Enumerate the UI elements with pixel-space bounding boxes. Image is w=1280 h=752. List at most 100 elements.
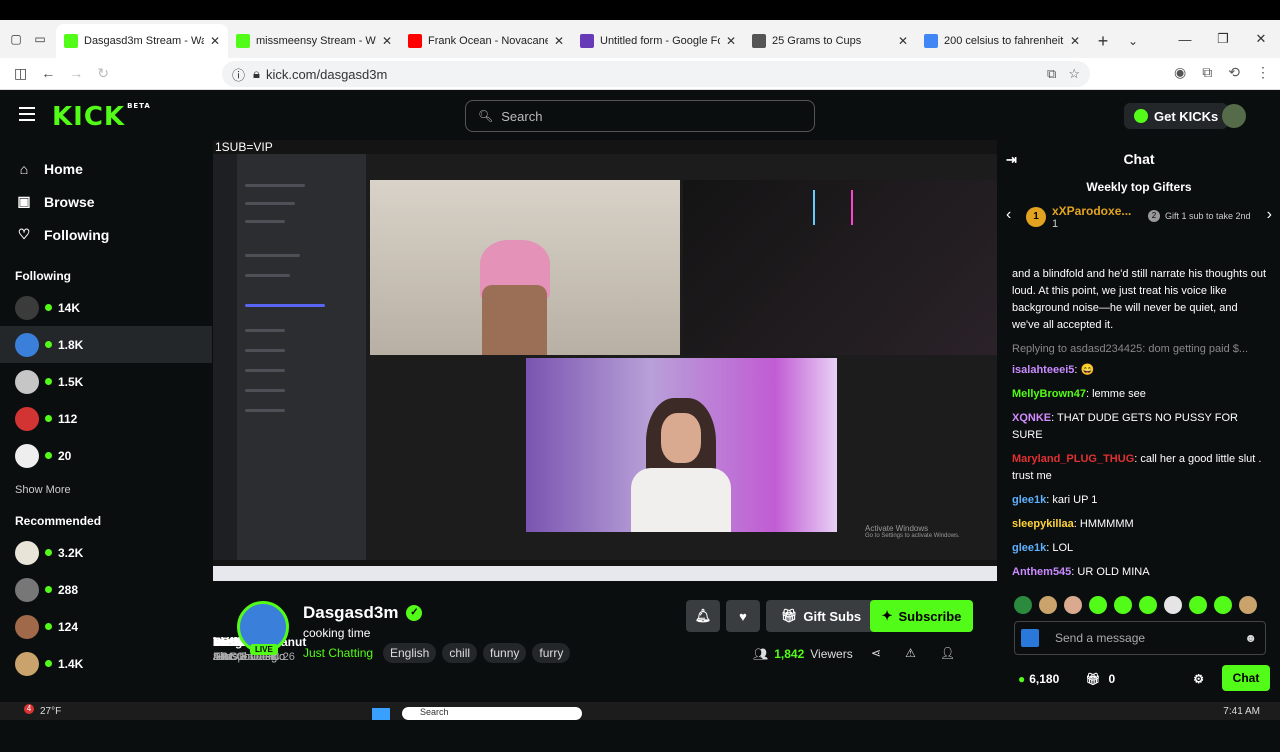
channel-item[interactable]: zondo_41 IRL 124 bbox=[0, 608, 268, 663]
top-gifter-name[interactable]: xXParodoxe... bbox=[1052, 204, 1131, 218]
sidebar-toggle-icon[interactable]: ◫ bbox=[14, 65, 27, 82]
minimize-icon[interactable]: — bbox=[1166, 32, 1204, 47]
add-user-icon[interactable]: 👤︎ bbox=[940, 646, 955, 660]
chat-username[interactable]: Maryland_PLUG_THUG bbox=[1012, 453, 1134, 465]
emote-icon[interactable] bbox=[1189, 596, 1207, 614]
emote-icon[interactable] bbox=[1014, 596, 1032, 614]
stream-tag[interactable]: English bbox=[383, 643, 437, 663]
kicks-balance[interactable]: 6,180 bbox=[1029, 672, 1059, 686]
heart-icon: ♡ bbox=[17, 226, 31, 242]
url-field[interactable]: ⓘ 🔒︎ kick.com/dasgasd3m ⧉ ☆ bbox=[222, 61, 1090, 87]
workspaces-icon[interactable]: ▢ bbox=[8, 31, 24, 47]
channel-item[interactable]: keithlocksSlots & Casino1.4K bbox=[0, 635, 285, 682]
profile-icon[interactable]: ◉ bbox=[1174, 64, 1186, 81]
chat-username[interactable]: isalahteeei5 bbox=[1012, 364, 1074, 376]
chat-identity-icon[interactable] bbox=[1021, 629, 1039, 647]
browser-tab[interactable]: Dasgasd3m Stream - Watch ✕ bbox=[56, 24, 228, 58]
refresh-icon[interactable]: ↻ bbox=[97, 65, 109, 82]
get-kicks-button[interactable]: Get KICKs bbox=[1124, 103, 1229, 129]
user-avatar[interactable] bbox=[1222, 104, 1246, 128]
streamer-name[interactable]: Dasgasd3m bbox=[303, 603, 398, 623]
favorite-star-icon[interactable]: ☆ bbox=[1068, 66, 1080, 82]
screenshot-icon[interactable]: ⧉ bbox=[1047, 66, 1056, 82]
close-tab-icon[interactable]: ✕ bbox=[726, 34, 736, 48]
stream-category[interactable]: Just Chatting bbox=[303, 646, 373, 660]
browser-tab[interactable]: 200 celsius to fahrenheit - G ✕ bbox=[916, 24, 1088, 58]
kick-logo[interactable]: KICK BETA bbox=[52, 102, 151, 132]
report-icon[interactable]: ⚠ bbox=[905, 646, 916, 660]
stream-tag[interactable]: chill bbox=[442, 643, 478, 663]
emote-icon[interactable] bbox=[1089, 596, 1107, 614]
site-info-icon[interactable]: ⓘ bbox=[232, 65, 245, 84]
extensions-icon[interactable]: ⧉ bbox=[1202, 64, 1212, 81]
channel-item[interactable]: Cuffem Just Chatting 14K bbox=[0, 289, 277, 663]
follow-button[interactable]: ♥ bbox=[726, 600, 760, 632]
channel-item[interactable]: ozemi Just Chatting 20 bbox=[0, 437, 277, 663]
emote-icon[interactable] bbox=[1239, 596, 1257, 614]
share-icon[interactable]: ⋖ bbox=[871, 646, 881, 660]
search-input[interactable]: 🔍︎ Search bbox=[465, 100, 815, 132]
close-tab-icon[interactable]: ✕ bbox=[382, 34, 392, 48]
windows-start-icon[interactable] bbox=[372, 708, 390, 720]
sidebar-item-following[interactable]: ♡ Following bbox=[0, 218, 212, 251]
close-tab-icon[interactable]: ✕ bbox=[554, 34, 564, 48]
close-tab-icon[interactable]: ✕ bbox=[898, 34, 908, 48]
emote-icon[interactable] bbox=[1214, 596, 1232, 614]
menu-dots-icon[interactable]: ⋮ bbox=[1256, 64, 1270, 81]
stream-tag[interactable]: furry bbox=[532, 643, 571, 663]
channel-item[interactable]: Dasgasd3mJust Chatting1.8K bbox=[0, 326, 280, 663]
clock[interactable]: 7:41 AM bbox=[1223, 706, 1260, 717]
channel-item[interactable]: TheBurntPeanutARC Raiders3.2K bbox=[0, 534, 306, 663]
tab-actions-icon[interactable]: ▭ bbox=[32, 31, 48, 47]
subscribe-button[interactable]: ✦ Subscribe bbox=[870, 600, 973, 632]
browser-tab[interactable]: missmeensy Stream - Watch ✕ bbox=[228, 24, 400, 58]
chat-username[interactable]: glee1k bbox=[1012, 494, 1046, 506]
emote-icon[interactable] bbox=[1039, 596, 1057, 614]
new-tab-button[interactable]: + bbox=[1088, 24, 1118, 58]
emote-icon[interactable] bbox=[1114, 596, 1132, 614]
chat-username[interactable]: sleepykillaa bbox=[1012, 518, 1074, 530]
notifications-button[interactable]: 🔔︎ bbox=[686, 600, 720, 632]
gifters-prev-icon[interactable]: ‹ bbox=[1006, 206, 1011, 224]
close-window-icon[interactable]: ✕ bbox=[1242, 31, 1280, 47]
channel-item[interactable]: So1z Slots & Casino 112 bbox=[0, 400, 285, 663]
url-actions: ⧉ ☆ bbox=[1047, 66, 1090, 82]
stream-tag[interactable]: funny bbox=[483, 643, 527, 663]
sidebar-item-browse[interactable]: ▣ Browse bbox=[0, 185, 212, 218]
emote-icon[interactable] bbox=[1164, 596, 1182, 614]
restore-icon[interactable]: ❐ bbox=[1204, 31, 1242, 47]
chat-username[interactable]: glee1k bbox=[1012, 542, 1046, 554]
chat-settings-icon[interactable]: ⚙ bbox=[1193, 672, 1204, 686]
emoji-icon[interactable]: ☻ bbox=[1244, 631, 1257, 645]
forward-icon[interactable]: → bbox=[69, 65, 83, 82]
close-tab-icon[interactable]: ✕ bbox=[1070, 34, 1080, 48]
taskbar-search[interactable]: Search bbox=[402, 707, 582, 720]
chat-username[interactable]: XQNKE bbox=[1012, 412, 1051, 424]
collections-icon[interactable]: ⟲ bbox=[1228, 64, 1240, 81]
tab-search-button[interactable]: ⌄ bbox=[1118, 24, 1148, 58]
channel-item[interactable]: razo97 EA Sports FC 26 288 bbox=[0, 571, 295, 663]
back-icon[interactable]: ← bbox=[41, 65, 55, 82]
channel-item[interactable]: DDG Slots & Casino 1.5K bbox=[0, 363, 285, 663]
chat-message: glee1k: LOL bbox=[1012, 540, 1268, 557]
activate-line-1: Activate Windows bbox=[865, 524, 929, 533]
close-tab-icon[interactable]: ✕ bbox=[210, 34, 220, 48]
collapse-chat-icon[interactable]: ⇥ bbox=[1006, 152, 1017, 168]
show-more-button[interactable]: Show More bbox=[0, 484, 212, 496]
weather-widget[interactable]: 4 27°F bbox=[24, 704, 61, 717]
sidebar-item-home[interactable]: ⌂ Home bbox=[0, 152, 212, 185]
browser-tab[interactable]: 25 Grams to Cups ✕ bbox=[744, 24, 916, 58]
browser-tab[interactable]: Frank Ocean - Novacane (Ly ✕ bbox=[400, 24, 572, 58]
emote-icon[interactable] bbox=[1064, 596, 1082, 614]
emote-icon[interactable] bbox=[1139, 596, 1157, 614]
hamburger-menu-icon[interactable] bbox=[19, 107, 35, 121]
chat-send-button[interactable]: Chat bbox=[1222, 665, 1270, 691]
send-message-input[interactable]: Send a message ☻ bbox=[1014, 621, 1266, 655]
chat-username[interactable]: Anthem545 bbox=[1012, 566, 1071, 578]
gift-subs-button[interactable]: 🎁︎ Gift Subs bbox=[766, 600, 876, 632]
gifters-next-icon[interactable]: › bbox=[1267, 206, 1272, 224]
chat-username[interactable]: MellyBrown47 bbox=[1012, 388, 1086, 400]
browser-tab[interactable]: Untitled form - Google Forr ✕ bbox=[572, 24, 744, 58]
video-player[interactable]: 1SUB=VIP Activate Windows Go to Settings… bbox=[213, 140, 997, 581]
gifts-count[interactable]: 0 bbox=[1109, 672, 1116, 686]
